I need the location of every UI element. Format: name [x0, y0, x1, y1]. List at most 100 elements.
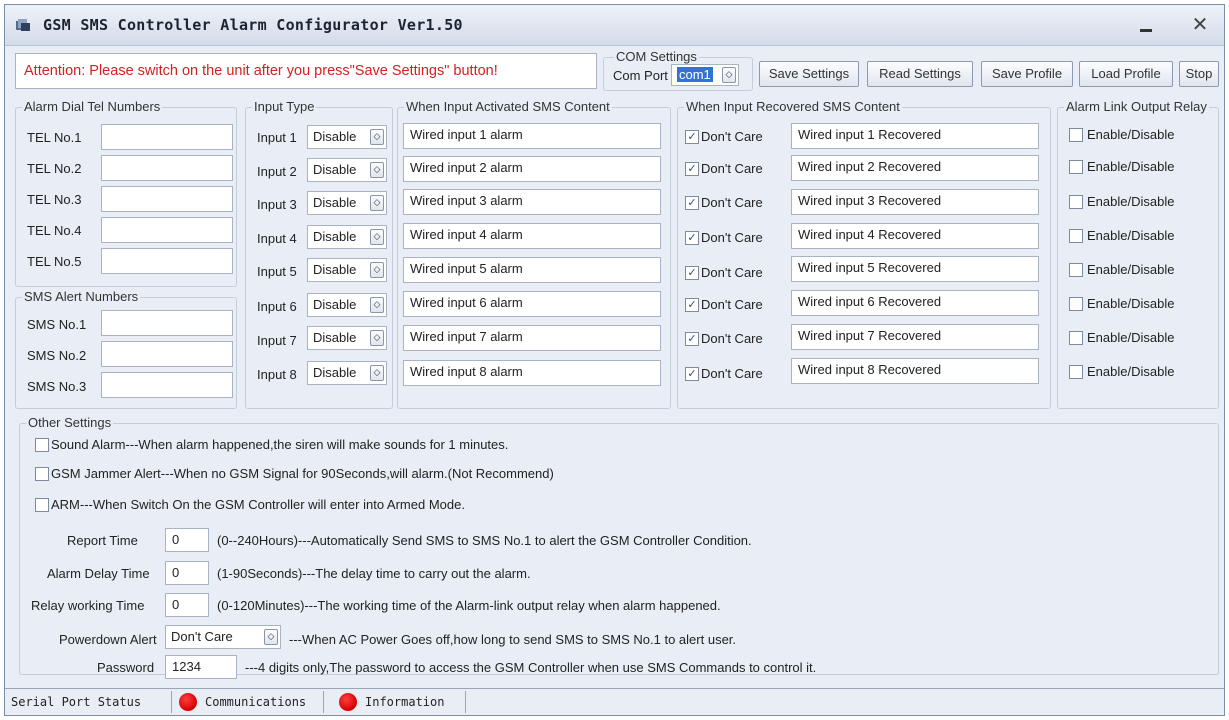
alarm-delay-desc: (1-90Seconds)---The delay time to carry … — [217, 566, 531, 581]
input-label: Input 4 — [257, 231, 297, 246]
com-port-label: Com Port — [613, 68, 668, 83]
minimize-button[interactable] — [1126, 15, 1166, 37]
relay-working-input[interactable]: 0 — [165, 593, 209, 617]
relay-enable-checkbox[interactable] — [1069, 331, 1083, 345]
close-button[interactable]: ✕ — [1182, 11, 1218, 37]
relay-enable-checkbox[interactable] — [1069, 263, 1083, 277]
recovered-sms-input[interactable]: Wired input 4 Recovered — [791, 223, 1039, 249]
gsm-jammer-checkbox[interactable] — [35, 467, 49, 481]
tel-input[interactable] — [101, 217, 233, 243]
dont-care-checkbox[interactable]: ✓ — [685, 266, 699, 280]
sound-alarm-checkbox[interactable] — [35, 438, 49, 452]
tel-input[interactable] — [101, 124, 233, 150]
activated-sms-input[interactable]: Wired input 6 alarm — [403, 291, 661, 317]
chevron-updown-icon: ◇ — [370, 330, 384, 346]
alarm-dial-title: Alarm Dial Tel Numbers — [22, 99, 163, 114]
input-type-select[interactable]: Disable ◇ — [307, 191, 387, 215]
password-desc: ---4 digits only,The password to access … — [245, 660, 817, 675]
input-type-select[interactable]: Disable ◇ — [307, 326, 387, 350]
load-profile-button[interactable]: Load Profile — [1079, 61, 1173, 87]
relay-enable-label: Enable/Disable — [1087, 330, 1175, 345]
input-type-value: Disable — [313, 162, 357, 177]
input-type-select[interactable]: Disable ◇ — [307, 361, 387, 385]
powerdown-select[interactable]: Don't Care ◇ — [165, 625, 281, 649]
powerdown-desc: ---When AC Power Goes off,how long to se… — [289, 632, 737, 647]
input-type-value: Disable — [313, 129, 357, 144]
input-label: Input 5 — [257, 264, 297, 279]
tel-label: TEL No.1 — [27, 130, 82, 145]
password-input[interactable]: 1234 — [165, 655, 237, 679]
read-settings-button[interactable]: Read Settings — [867, 61, 973, 87]
tel-label: TEL No.3 — [27, 192, 82, 207]
dont-care-checkbox[interactable]: ✓ — [685, 130, 699, 144]
tel-label: TEL No.5 — [27, 254, 82, 269]
tel-label: TEL No.2 — [27, 161, 82, 176]
com-port-select[interactable]: com1 ◇ — [671, 64, 739, 86]
tel-input[interactable] — [101, 155, 233, 181]
dont-care-label: Don't Care — [701, 129, 763, 144]
dont-care-checkbox[interactable]: ✓ — [685, 367, 699, 381]
activated-sms-input[interactable]: Wired input 3 alarm — [403, 189, 661, 215]
arm-label: ARM---When Switch On the GSM Controller … — [51, 497, 465, 512]
recovered-sms-input[interactable]: Wired input 8 Recovered — [791, 358, 1039, 384]
sms-input[interactable] — [101, 341, 233, 367]
chevron-updown-icon: ◇ — [370, 262, 384, 278]
recovered-sms-input[interactable]: Wired input 5 Recovered — [791, 256, 1039, 282]
activated-sms-input[interactable]: Wired input 4 alarm — [403, 223, 661, 249]
tel-input[interactable] — [101, 248, 233, 274]
dont-care-label: Don't Care — [701, 366, 763, 381]
relay-title: Alarm Link Output Relay — [1064, 99, 1209, 114]
recovered-sms-input[interactable]: Wired input 3 Recovered — [791, 189, 1039, 215]
sms-input[interactable] — [101, 310, 233, 336]
input-type-value: Disable — [313, 297, 357, 312]
tel-input[interactable] — [101, 186, 233, 212]
relay-enable-checkbox[interactable] — [1069, 229, 1083, 243]
activated-sms-input[interactable]: Wired input 1 alarm — [403, 123, 661, 149]
alarm-delay-input[interactable]: 0 — [165, 561, 209, 585]
input-type-select[interactable]: Disable ◇ — [307, 293, 387, 317]
save-profile-button[interactable]: Save Profile — [981, 61, 1073, 87]
activated-sms-input[interactable]: Wired input 2 alarm — [403, 156, 661, 182]
title-bar: GSM SMS Controller Alarm Configurator Ve… — [5, 5, 1224, 46]
relay-enable-checkbox[interactable] — [1069, 365, 1083, 379]
activated-sms-input[interactable]: Wired input 5 alarm — [403, 257, 661, 283]
recovered-sms-input[interactable]: Wired input 1 Recovered — [791, 123, 1039, 149]
input-type-select[interactable]: Disable ◇ — [307, 258, 387, 282]
dont-care-checkbox[interactable]: ✓ — [685, 231, 699, 245]
sms-label: SMS No.3 — [27, 379, 87, 394]
com-settings-title: COM Settings — [614, 49, 699, 64]
sms-label: SMS No.1 — [27, 317, 87, 332]
dont-care-checkbox[interactable]: ✓ — [685, 332, 699, 346]
tel-label: TEL No.4 — [27, 223, 82, 238]
report-time-desc: (0--240Hours)---Automatically Send SMS t… — [217, 533, 752, 548]
relay-enable-checkbox[interactable] — [1069, 297, 1083, 311]
recovered-sms-input[interactable]: Wired input 2 Recovered — [791, 155, 1039, 181]
sms-label: SMS No.2 — [27, 348, 87, 363]
dont-care-checkbox[interactable]: ✓ — [685, 298, 699, 312]
recovered-title: When Input Recovered SMS Content — [684, 99, 902, 114]
relay-enable-checkbox[interactable] — [1069, 195, 1083, 209]
dont-care-label: Don't Care — [701, 195, 763, 210]
arm-checkbox[interactable] — [35, 498, 49, 512]
activated-title: When Input Activated SMS Content — [404, 99, 612, 114]
relay-enable-checkbox[interactable] — [1069, 160, 1083, 174]
input-type-select[interactable]: Disable ◇ — [307, 125, 387, 149]
password-label: Password — [97, 660, 155, 675]
relay-working-label: Relay working Time — [31, 598, 145, 613]
input-type-select[interactable]: Disable ◇ — [307, 158, 387, 182]
activated-sms-input[interactable]: Wired input 8 alarm — [403, 360, 661, 386]
stop-button[interactable]: Stop — [1179, 61, 1219, 87]
recovered-sms-input[interactable]: Wired input 7 Recovered — [791, 324, 1039, 350]
report-time-input[interactable]: 0 — [165, 528, 209, 552]
activated-sms-input[interactable]: Wired input 7 alarm — [403, 325, 661, 351]
recovered-sms-input[interactable]: Wired input 6 Recovered — [791, 290, 1039, 316]
input-type-value: Disable — [313, 262, 357, 277]
relay-enable-checkbox[interactable] — [1069, 128, 1083, 142]
dont-care-checkbox[interactable]: ✓ — [685, 196, 699, 210]
status-bar: Serial Port Status Communications Inform… — [5, 688, 1224, 715]
dont-care-checkbox[interactable]: ✓ — [685, 162, 699, 176]
sms-input[interactable] — [101, 372, 233, 398]
relay-enable-label: Enable/Disable — [1087, 127, 1175, 142]
save-settings-button[interactable]: Save Settings — [759, 61, 859, 87]
input-type-select[interactable]: Disable ◇ — [307, 225, 387, 249]
